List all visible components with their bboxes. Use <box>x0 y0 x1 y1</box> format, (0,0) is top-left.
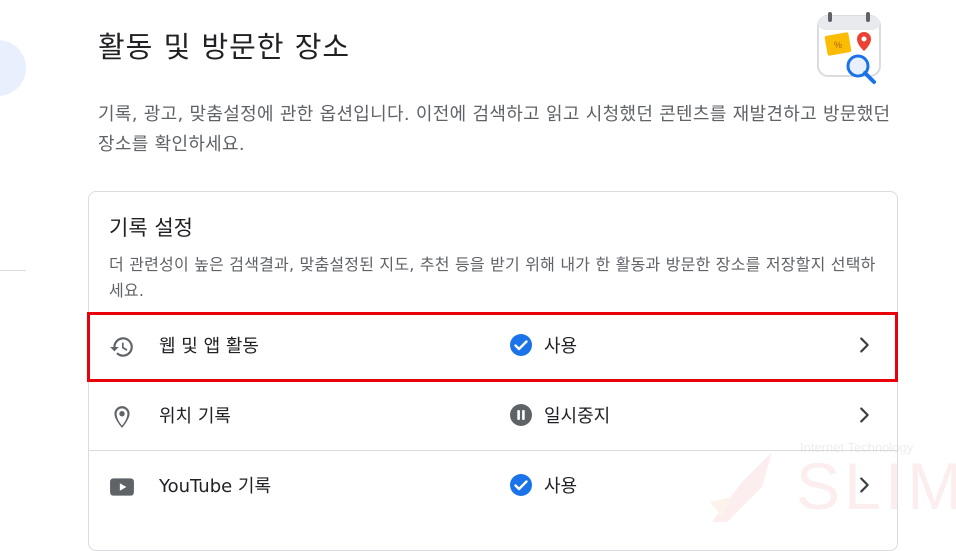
history-settings-card: 기록 설정 더 관련성이 높은 검색결과, 맞춤설정된 지도, 추천 등을 받기… <box>88 191 898 551</box>
location-history-row[interactable]: 위치 기록 일시중지 <box>89 382 897 451</box>
status-text: 사용 <box>544 336 578 357</box>
side-avatar-circle <box>0 40 26 96</box>
calendar-search-illustration-icon: % <box>817 12 881 84</box>
location-pin-icon <box>114 406 130 428</box>
status-text: 일시중지 <box>544 406 611 427</box>
row-label: YouTube 기록 <box>159 476 272 497</box>
youtube-history-row[interactable]: YouTube 기록 사용 <box>89 452 897 520</box>
page-title: 활동 및 방문한 장소 <box>98 30 351 64</box>
youtube-icon <box>110 478 134 496</box>
row-label: 위치 기록 <box>159 406 231 427</box>
check-circle-icon <box>510 474 532 496</box>
chevron-right-icon[interactable] <box>853 474 875 496</box>
svg-text:%: % <box>834 40 842 50</box>
web-app-activity-row[interactable]: 웹 및 앱 활동 사용 <box>89 312 897 380</box>
chevron-right-icon[interactable] <box>853 334 875 356</box>
card-description: 더 관련성이 높은 검색결과, 맞춤설정된 지도, 추천 등을 받기 위해 내가… <box>109 255 876 300</box>
check-circle-icon <box>510 334 532 356</box>
pause-circle-icon <box>510 404 532 426</box>
page-description: 기록, 광고, 맞춤설정에 관한 옵션입니다. 이전에 검색하고 읽고 시청했던… <box>98 104 891 155</box>
chevron-right-icon[interactable] <box>853 404 875 426</box>
row-label: 웹 및 앱 활동 <box>159 336 259 357</box>
history-icon <box>110 337 133 357</box>
side-divider <box>0 270 26 271</box>
status-text: 사용 <box>544 476 578 497</box>
card-title: 기록 설정 <box>109 216 193 240</box>
